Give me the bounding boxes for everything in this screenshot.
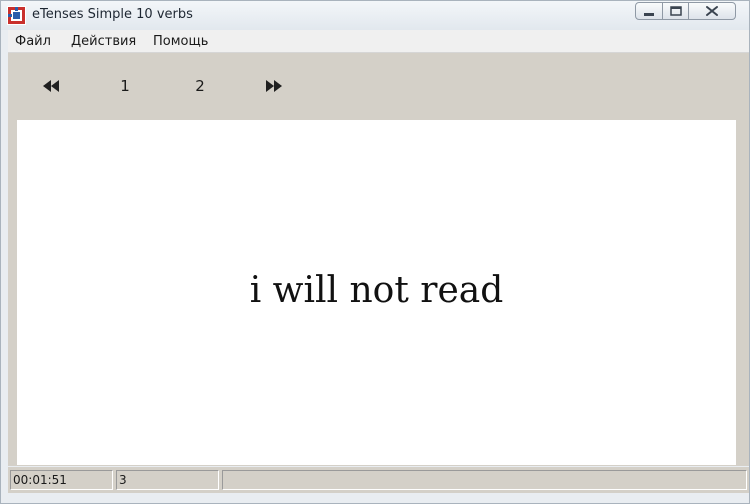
close-icon [706,6,718,16]
sentence-text: i will not read [249,270,504,311]
page-2-button[interactable]: 2 [188,74,212,98]
page-1-label: 1 [120,77,130,95]
navigation-toolbar: 1 2 [8,53,749,120]
restore-button[interactable] [662,2,689,20]
menu-item-actions[interactable]: Действия [71,34,136,49]
sentence-panel: i will not read [17,120,736,465]
page-1-button[interactable]: 1 [113,74,137,98]
minimize-button[interactable] [635,2,663,20]
fast-forward-icon [266,80,282,92]
restore-icon [670,6,682,16]
status-elapsed-time: 00:01:51 [10,470,113,490]
menu-bar: Файл Действия Помощь [8,30,749,53]
etenses-app-icon [7,6,26,25]
status-message [222,470,747,490]
app-window: eTenses Simple 10 verbs Файл Действия По… [0,0,750,504]
title-bar[interactable]: eTenses Simple 10 verbs [1,1,749,30]
minimize-icon [644,13,654,16]
status-bar: 00:01:51 3 [8,467,749,493]
previous-button[interactable] [39,74,63,98]
next-button[interactable] [262,74,286,98]
close-button[interactable] [688,2,736,20]
window-title: eTenses Simple 10 verbs [32,7,193,22]
page-2-label: 2 [195,77,205,95]
client-area: 1 2 i will not read [8,53,749,466]
window-bottom-frame [1,493,749,503]
menu-item-help[interactable]: Помощь [153,34,208,49]
caption-buttons [635,2,743,22]
menu-item-file[interactable]: Файл [15,34,51,49]
rewind-icon [43,80,59,92]
status-count: 3 [116,470,219,490]
